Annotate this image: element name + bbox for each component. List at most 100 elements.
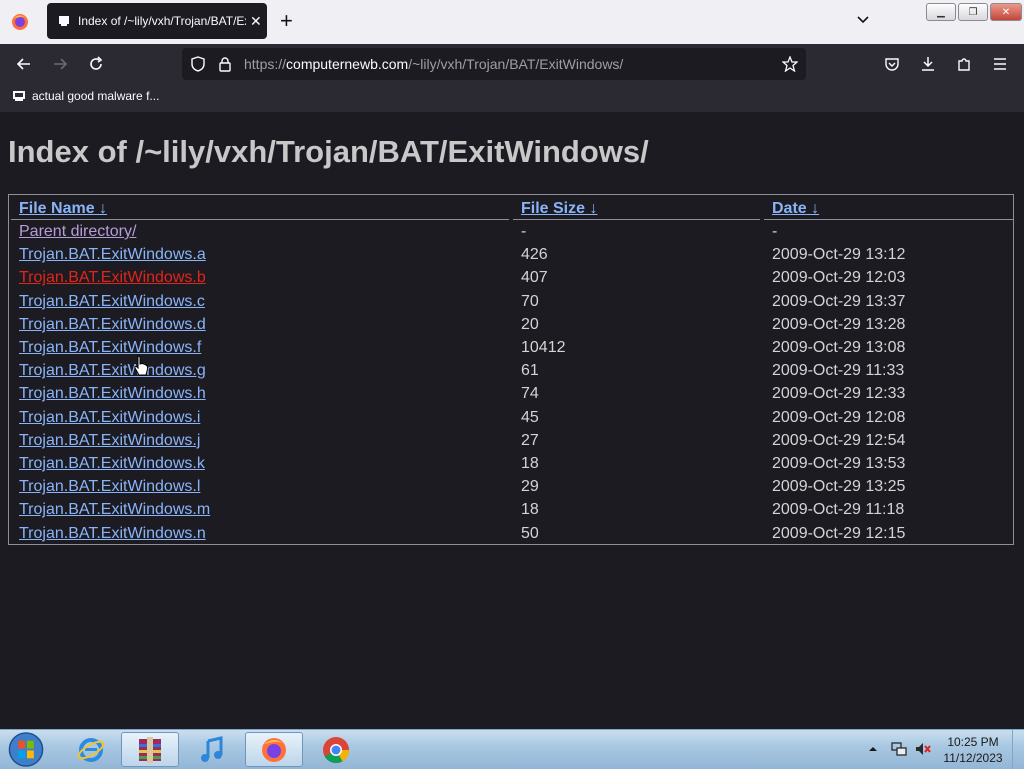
lock-icon[interactable] <box>218 56 232 72</box>
bookmark-item[interactable]: actual good malware f... <box>12 89 159 103</box>
table-row: Trojan.BAT.ExitWindows.g 61 2009-Oct-29 11… <box>9 362 1015 385</box>
sort-arrow-icon: ↓ <box>811 200 820 217</box>
restore-button[interactable]: ❐ <box>958 3 988 21</box>
file-size: 426 <box>521 246 548 264</box>
table-row: Trojan.BAT.ExitWindows.l 29 2009-Oct-29 13… <box>9 478 1015 501</box>
bookmark-label: actual good malware f... <box>32 89 160 103</box>
header-divider <box>513 219 760 220</box>
file-link[interactable]: Trojan.BAT.ExitWindows.m <box>19 501 210 519</box>
firefox-menu-icon[interactable] <box>10 12 30 32</box>
table-row: Trojan.BAT.ExitWindows.m 18 2009-Oct-29 11… <box>9 501 1015 524</box>
file-date: 2009-Oct-29 13:28 <box>772 315 906 333</box>
clock-time: 10:25 PM <box>947 735 999 749</box>
file-date: 2009-Oct-29 12:03 <box>772 269 906 287</box>
parent-directory-link[interactable]: Parent directory/ <box>19 223 136 241</box>
file-link[interactable]: Trojan.BAT.ExitWindows.b <box>19 269 206 287</box>
minimize-button[interactable]: ▁ <box>926 3 956 21</box>
taskbar-chrome[interactable] <box>307 732 365 767</box>
tab-strip: Index of /~lily/vxh/Trojan/BAT/ExitWindo… <box>0 0 1024 44</box>
file-size: 10412 <box>521 339 566 356</box>
network-icon[interactable] <box>890 740 908 758</box>
file-date: 2009-Oct-29 12:33 <box>772 385 906 403</box>
file-size: 18 <box>521 501 539 519</box>
column-header-date[interactable]: Date ↓ <box>772 200 819 218</box>
shield-icon[interactable] <box>190 56 206 72</box>
file-date: 2009-Oct-29 11:33 <box>772 362 905 380</box>
file-size: 45 <box>521 408 539 426</box>
internet-explorer-icon <box>77 737 105 762</box>
pocket-icon <box>885 58 899 71</box>
show-desktop-button[interactable] <box>1012 730 1024 769</box>
file-date: 2009-Oct-29 12:54 <box>772 431 906 449</box>
file-size: 20 <box>521 315 539 333</box>
bookmark-favicon-icon <box>13 91 25 101</box>
bookmarks-toolbar: actual good malware f... <box>0 84 1024 112</box>
column-header-file-name[interactable]: File Name ↓ <box>19 200 107 218</box>
file-listing-table: File Name ↓ File Size ↓ Date ↓ Parent di… <box>8 194 1014 545</box>
taskbar-winrar[interactable] <box>121 732 179 767</box>
page-favicon-icon <box>56 13 72 29</box>
file-link[interactable]: Trojan.BAT.ExitWindows.k <box>19 455 205 473</box>
back-button[interactable] <box>14 54 34 74</box>
file-date: 2009-Oct-29 11:18 <box>772 501 905 519</box>
column-header-file-size[interactable]: File Size ↓ <box>521 200 597 218</box>
close-window-button[interactable]: ✕ <box>990 3 1022 21</box>
taskbar-internet-explorer[interactable] <box>62 732 120 767</box>
reload-icon <box>90 56 103 70</box>
close-icon[interactable]: ✕ <box>250 13 262 30</box>
show-hidden-icons-icon[interactable] <box>868 744 878 754</box>
file-link[interactable]: Trojan.BAT.ExitWindows.i <box>19 409 200 427</box>
file-size: 29 <box>521 478 539 496</box>
file-link[interactable]: Trojan.BAT.ExitWindows.n <box>19 525 206 543</box>
tab-active[interactable]: Index of /~lily/vxh/Trojan/BAT/ExitWindo… <box>47 3 267 39</box>
file-link[interactable]: Trojan.BAT.ExitWindows.d <box>19 316 206 334</box>
file-size: 18 <box>521 455 539 472</box>
table-row: Trojan.BAT.ExitWindows.c 70 2009-Oct-29 13… <box>9 293 1015 316</box>
url-domain: computernewb.com <box>286 56 409 72</box>
file-link[interactable]: Trojan.BAT.ExitWindows.j <box>19 432 200 450</box>
itunes-icon <box>201 735 223 762</box>
url-prefix: https:// <box>244 56 287 72</box>
file-date: - <box>772 223 778 240</box>
new-tab-button[interactable]: + <box>280 10 293 32</box>
file-size: 74 <box>521 385 539 403</box>
file-link[interactable]: Trojan.BAT.ExitWindows.c <box>19 293 205 311</box>
pocket-button[interactable] <box>882 54 902 74</box>
table-row: Trojan.BAT.ExitWindows.i 45 2009-Oct-29 12… <box>9 409 1015 432</box>
url-text[interactable]: https://computernewb.com/~lily/vxh/Troja… <box>244 56 623 72</box>
file-size: 407 <box>521 269 548 287</box>
mouse-pointer-icon <box>134 355 149 376</box>
column-header-label: File Name <box>19 200 95 217</box>
file-size: 50 <box>521 524 539 542</box>
file-link[interactable]: Trojan.BAT.ExitWindows.l <box>19 478 200 496</box>
volume-muted-icon[interactable] <box>914 740 932 758</box>
table-row: Trojan.BAT.ExitWindows.a 426 2009-Oct-29 1… <box>9 246 1015 269</box>
header-divider <box>11 219 509 220</box>
extensions-button[interactable] <box>954 54 974 74</box>
forward-button[interactable] <box>50 54 70 74</box>
file-link[interactable]: Trojan.BAT.ExitWindows.a <box>19 246 206 264</box>
bookmark-star-icon[interactable] <box>782 56 798 72</box>
file-link[interactable]: Trojan.BAT.ExitWindows.h <box>19 385 206 403</box>
table-row: Trojan.BAT.ExitWindows.k 18 2009-Oct-29 13… <box>9 455 1015 478</box>
clock[interactable]: 10:25 PM 11/12/2023 <box>938 734 1008 766</box>
header-divider <box>764 219 1013 220</box>
chevron-down-icon[interactable] <box>856 13 870 27</box>
sort-arrow-icon: ↓ <box>99 200 108 217</box>
taskbar: 10:25 PM 11/12/2023 <box>0 729 1024 769</box>
reload-button[interactable] <box>86 54 106 74</box>
start-button[interactable] <box>6 730 46 769</box>
file-link[interactable]: Trojan.BAT.ExitWindows.f <box>19 339 201 357</box>
url-bar[interactable]: https://computernewb.com/~lily/vxh/Troja… <box>182 48 806 80</box>
downloads-button[interactable] <box>918 54 938 74</box>
tab-title: Index of /~lily/vxh/Trojan/BAT/ExitWindo… <box>78 14 246 28</box>
file-link[interactable]: Trojan.BAT.ExitWindows.g <box>19 362 206 380</box>
file-date: 2009-Oct-29 13:08 <box>772 339 906 356</box>
taskbar-itunes[interactable] <box>183 732 241 767</box>
taskbar-firefox[interactable] <box>245 732 303 767</box>
app-menu-button[interactable] <box>990 54 1010 74</box>
file-date: 2009-Oct-29 12:15 <box>772 524 906 542</box>
back-arrow-icon <box>16 58 30 70</box>
file-size: 70 <box>521 292 539 310</box>
hamburger-menu-icon <box>994 58 1006 70</box>
